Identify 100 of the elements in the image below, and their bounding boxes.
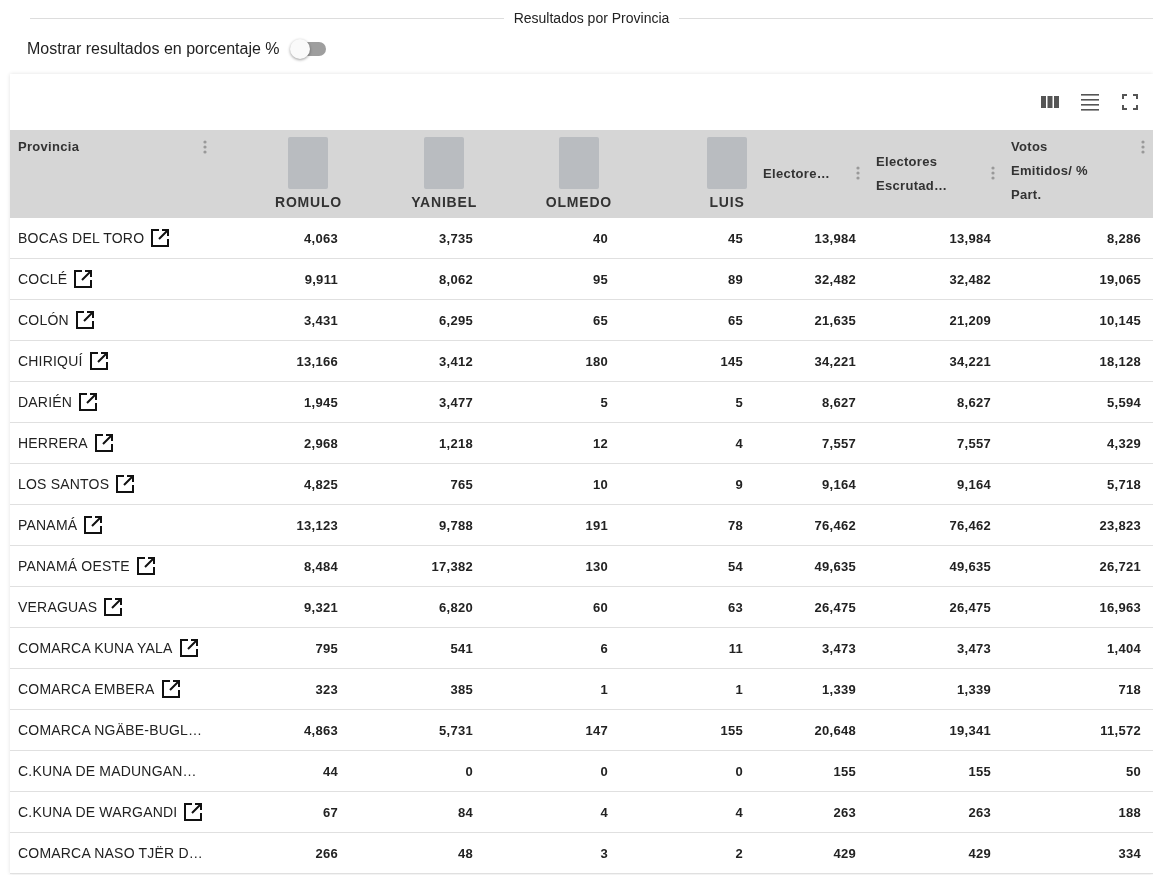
- table-cell-text: 263: [967, 803, 992, 822]
- column-header[interactable]: YANIBEL: [411, 194, 477, 210]
- table-cell-text: 0: [734, 762, 744, 781]
- table-cell-text: 76,462: [813, 516, 857, 535]
- table-cell-text: 6: [599, 639, 609, 658]
- table-cell-text: 50: [1124, 762, 1142, 781]
- table-cell-text: 4,863: [302, 721, 339, 740]
- table-cell-text: 541: [449, 639, 474, 658]
- table-cell-text: 26,721: [1098, 557, 1142, 576]
- table-cell-text: 8,062: [437, 270, 474, 289]
- table-cell-text: 2,968: [302, 434, 339, 453]
- table-cell-text: 3,477: [437, 393, 474, 412]
- table-cell-text: 20,648: [813, 721, 857, 740]
- external-link-icon[interactable]: [178, 638, 199, 658]
- external-link-icon[interactable]: [88, 351, 109, 371]
- section-title: Resultados por Provincia: [513, 10, 670, 26]
- external-link-icon[interactable]: [103, 597, 124, 617]
- table-cell-text: 1,339: [955, 680, 992, 699]
- province-name: C.KUNA DE WARGANDI: [18, 804, 178, 820]
- table-cell-text: 48: [456, 844, 474, 863]
- table-cell-text: 95: [591, 270, 609, 289]
- table-cell-text: 49,635: [948, 557, 992, 576]
- province-name: CHIRIQUÍ: [18, 353, 83, 369]
- table-cell-text: 0: [464, 762, 474, 781]
- column-header[interactable]: ROMULO: [275, 194, 342, 210]
- table-cell-text: 263: [832, 803, 857, 822]
- table-cell-text: 9: [734, 475, 744, 494]
- table-cell-text: 9,164: [955, 475, 992, 494]
- table-cell-text: 4,825: [302, 475, 339, 494]
- province-name: LOS SANTOS: [18, 476, 110, 492]
- table-cell-text: 385: [449, 680, 474, 699]
- table-cell-text: 9,911: [303, 270, 339, 289]
- percentage-switch[interactable]: [289, 39, 326, 59]
- table-cell-text: 7,557: [955, 434, 992, 453]
- table-cell-text: 5,731: [437, 721, 474, 740]
- external-link-icon[interactable]: [135, 556, 156, 576]
- table-cell-text: 32,482: [948, 270, 992, 289]
- table-cell-text: 19,065: [1098, 270, 1142, 289]
- table-cell-text: 10: [591, 475, 609, 494]
- external-link-icon[interactable]: [160, 679, 181, 699]
- table-cell-text: 1: [599, 680, 609, 699]
- table-cell-text: 765: [449, 475, 474, 494]
- external-link-icon[interactable]: [83, 515, 104, 535]
- column-header[interactable]: Votos Emitidos/ % Part.: [1011, 130, 1096, 207]
- column-header[interactable]: Electore…: [763, 162, 830, 186]
- table-cell-text: 9,164: [820, 475, 857, 494]
- external-link-icon[interactable]: [74, 310, 95, 330]
- table-cell-text: 5,718: [1105, 475, 1142, 494]
- table-cell-text: 3,735: [437, 229, 474, 248]
- external-link-icon[interactable]: [115, 474, 136, 494]
- table-cell-text: 32,482: [813, 270, 857, 289]
- external-link-icon[interactable]: [150, 228, 171, 248]
- table-cell-text: 13,123: [295, 516, 339, 535]
- table-cell-text: 19,341: [948, 721, 992, 740]
- table-cell-text: 45: [726, 229, 744, 248]
- table-cell-text: 16,963: [1098, 598, 1142, 617]
- table-cell-text: 21,209: [948, 311, 992, 330]
- table-cell-text: 3,431: [302, 311, 339, 330]
- province-name: HERRERA: [18, 435, 88, 451]
- table-cell-text: 65: [726, 311, 744, 330]
- table-cell-text: 17,382: [430, 557, 474, 576]
- column-header[interactable]: LUIS: [709, 194, 745, 210]
- table-cell-text: 6,295: [437, 311, 474, 330]
- table-cell-text: 7,557: [820, 434, 857, 453]
- column-header[interactable]: OLMEDO: [545, 194, 612, 210]
- province-name: COMARCA NGÄBE-BUGL…: [18, 722, 203, 738]
- table-cell-text: 34,221: [948, 352, 992, 371]
- table-cell-text: 1,404: [1105, 639, 1142, 658]
- toggle-label: Mostrar resultados en porcentaje %: [27, 40, 280, 58]
- table-cell-text: 8,627: [955, 393, 992, 412]
- province-name: BOCAS DEL TORO: [18, 230, 145, 246]
- table-cell-text: 266: [314, 844, 339, 863]
- table-cell-text: 191: [584, 516, 609, 535]
- photo-placeholder: [288, 137, 329, 189]
- table-cell-text: 54: [726, 557, 744, 576]
- table-cell-text: 3,412: [437, 352, 474, 371]
- external-link-icon[interactable]: [93, 433, 114, 453]
- column-header[interactable]: Electores Escrutad…: [876, 150, 985, 198]
- table-cell-text: 44: [321, 762, 339, 781]
- province-name: PANAMÁ: [18, 517, 78, 533]
- table-cell-text: 8,484: [302, 557, 339, 576]
- external-link-icon[interactable]: [78, 392, 99, 412]
- column-header[interactable]: Provincia: [18, 130, 80, 159]
- table-cell-text: 6,820: [437, 598, 474, 617]
- table-cell-text: 5: [734, 393, 744, 412]
- table-cell-text: 63: [726, 598, 744, 617]
- table-cell-text: 3,473: [955, 639, 992, 658]
- table-cell-text: 334: [1117, 844, 1142, 863]
- table-cell-text: 3,473: [820, 639, 857, 658]
- table-cell-text: 9,321: [302, 598, 339, 617]
- external-link-icon[interactable]: [73, 269, 94, 289]
- table-cell-text: 11: [727, 639, 744, 658]
- table-cell-text: 49,635: [813, 557, 857, 576]
- table-cell-text: 3: [599, 844, 609, 863]
- external-link-icon[interactable]: [183, 802, 204, 822]
- table-cell-text: 18,128: [1098, 352, 1142, 371]
- table-cell-text: 65: [591, 311, 609, 330]
- province-name: COMARCA EMBERA: [18, 681, 155, 697]
- table-cell-text: 155: [832, 762, 857, 781]
- table-cell-text: 4,063: [302, 229, 339, 248]
